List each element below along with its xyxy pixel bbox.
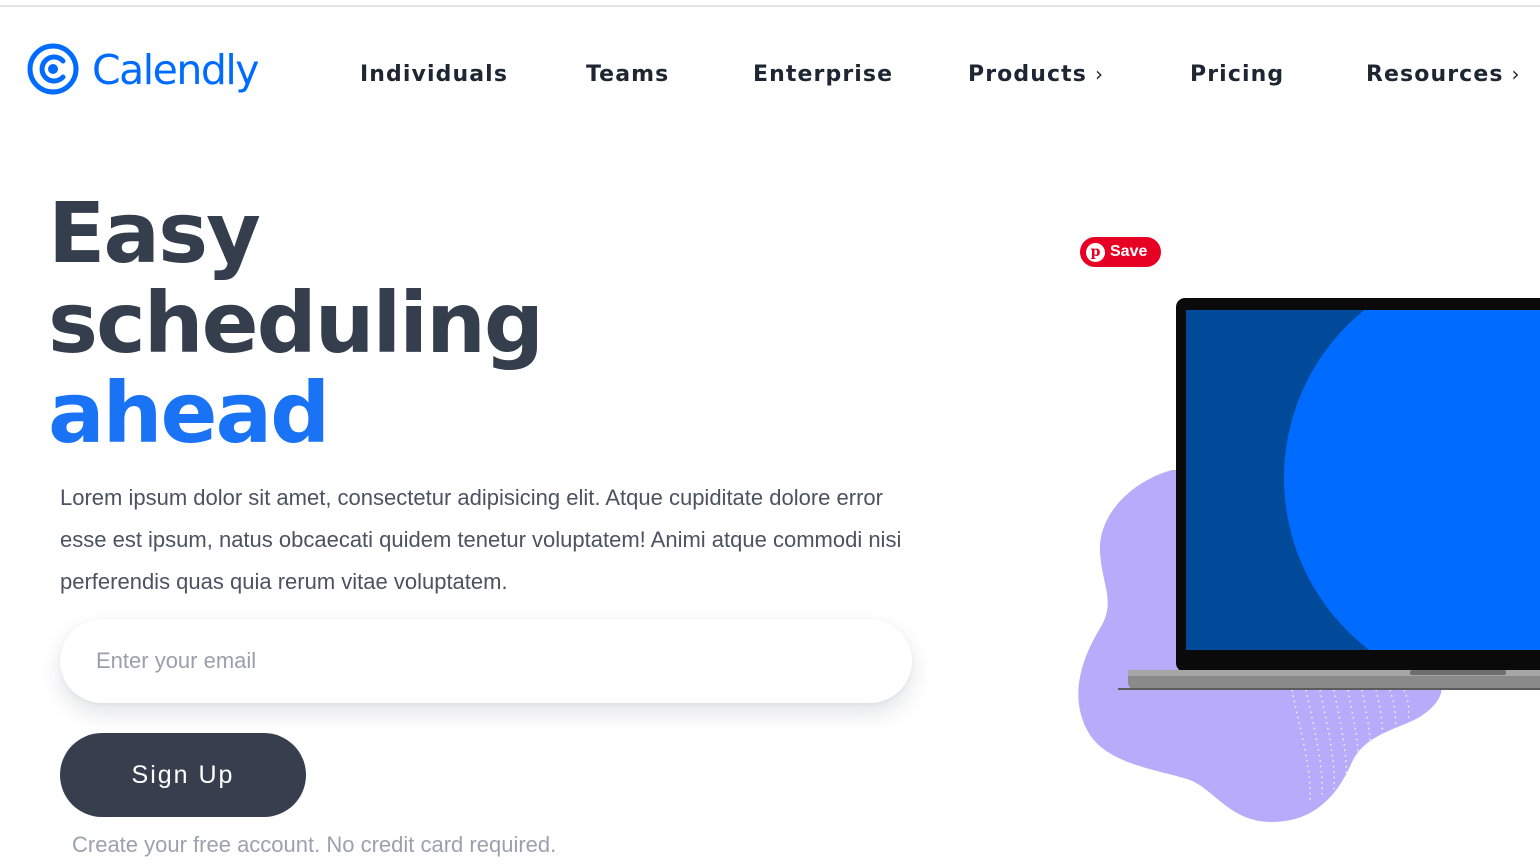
email-input[interactable] bbox=[60, 619, 912, 703]
nav-item-label: Pricing bbox=[1190, 61, 1285, 87]
pinterest-save-label: Save bbox=[1110, 243, 1148, 260]
dotted-pattern bbox=[1291, 689, 1410, 801]
brand-name: Calendly bbox=[92, 45, 260, 94]
nav-item-label: Individuals bbox=[360, 61, 509, 87]
nav-item-enterprise[interactable]: Enterprise bbox=[753, 58, 893, 90]
nav-item-resources[interactable]: Resources › bbox=[1366, 58, 1520, 90]
email-field-container bbox=[60, 619, 912, 703]
chevron-right-icon: › bbox=[1094, 62, 1103, 86]
headline-line: Easy bbox=[48, 184, 261, 282]
top-divider bbox=[0, 5, 1540, 7]
hero-headline: Easy scheduling ahead bbox=[48, 184, 544, 462]
nav-item-label: Resources bbox=[1366, 61, 1504, 87]
laptop-base bbox=[1128, 670, 1540, 690]
pinterest-icon: p bbox=[1086, 242, 1105, 262]
chevron-right-icon: › bbox=[1511, 62, 1520, 86]
nav-item-label: Enterprise bbox=[753, 61, 894, 87]
nav-item-individuals[interactable]: Individuals bbox=[360, 58, 508, 90]
signup-footnote: Create your free account. No credit card… bbox=[72, 832, 557, 857]
hero-description: Lorem ipsum dolor sit amet, consectetur … bbox=[60, 485, 902, 594]
sign-up-button[interactable]: Sign Up bbox=[60, 733, 306, 817]
nav-item-products[interactable]: Products › bbox=[968, 58, 1103, 90]
laptop-bezel bbox=[1176, 298, 1540, 672]
screen-circle bbox=[1284, 310, 1540, 650]
nav-item-pricing[interactable]: Pricing bbox=[1190, 58, 1284, 90]
pinterest-save-button[interactable]: p Save bbox=[1080, 237, 1161, 267]
calendly-logo[interactable]: Calendly bbox=[26, 40, 260, 100]
laptop-screen bbox=[1186, 310, 1540, 650]
nav-item-label: Teams bbox=[586, 61, 670, 87]
nav-item-label: Products bbox=[968, 61, 1087, 87]
nav-item-teams[interactable]: Teams bbox=[586, 58, 669, 90]
purple-blob bbox=[1078, 470, 1442, 822]
headline-line: scheduling bbox=[48, 274, 544, 372]
calendly-logo-icon bbox=[27, 43, 79, 95]
laptop bbox=[1118, 298, 1540, 690]
landing-page: Calendly Individuals Teams Enterprise Pr… bbox=[0, 0, 1540, 868]
headline-accent: ahead bbox=[48, 364, 330, 462]
